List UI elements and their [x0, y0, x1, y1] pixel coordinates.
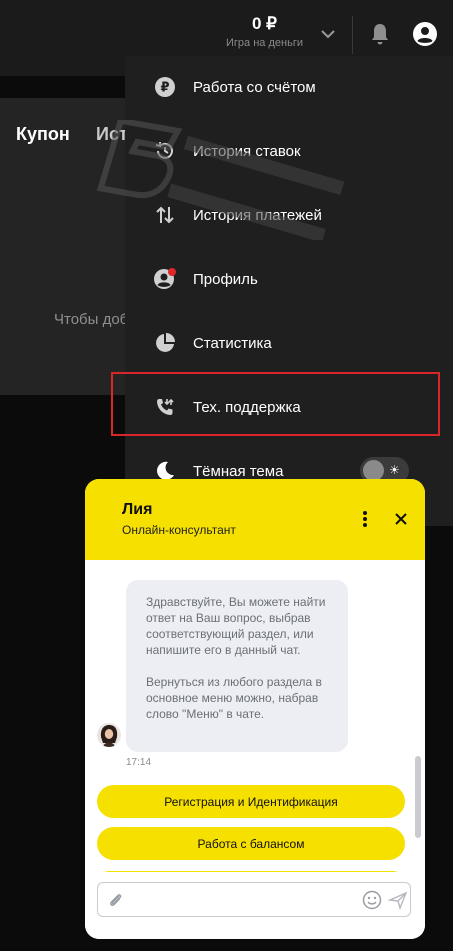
menu-item-profile[interactable]: Профиль	[125, 254, 453, 304]
balance-amount: 0 ₽	[252, 14, 277, 33]
support-chat-widget: Лия Онлайн-консультант Здравствуйте, Вы …	[85, 479, 425, 939]
header-divider	[352, 16, 353, 54]
menu-item-bet-history[interactable]: История ставок	[125, 126, 453, 176]
chat-scrollbar[interactable]	[415, 756, 421, 838]
menu-item-label: Работа со счётом	[193, 78, 316, 96]
account-icon[interactable]	[412, 21, 438, 47]
menu-item-label: Статистика	[193, 334, 272, 352]
agent-role: Онлайн-консультант	[122, 523, 236, 537]
toggle-knob	[363, 460, 384, 481]
tab-coupon[interactable]: Купон	[16, 124, 70, 145]
menu-item-label: История ставок	[193, 142, 301, 160]
more-options-icon[interactable]	[356, 509, 374, 529]
paperclip-icon[interactable]	[107, 891, 125, 909]
bell-icon[interactable]	[369, 22, 391, 46]
chevron-down-icon[interactable]	[318, 24, 338, 44]
avatar	[97, 723, 121, 747]
account-dropdown-menu: ₽ Работа со счётом История ставок Истори…	[125, 56, 453, 526]
emoji-icon[interactable]	[362, 890, 382, 910]
menu-item-label: Профиль	[193, 270, 258, 288]
history-icon	[153, 139, 177, 163]
menu-item-account-operations[interactable]: ₽ Работа со счётом	[125, 62, 453, 112]
ruble-icon: ₽	[153, 75, 177, 99]
close-icon[interactable]	[391, 509, 411, 529]
message-text: Вернуться из любого раздела в основное м…	[146, 675, 322, 721]
sun-icon: ☀	[389, 463, 400, 477]
menu-item-payment-history[interactable]: История платежей	[125, 190, 453, 240]
svg-text:₽: ₽	[160, 81, 169, 96]
chat-header: Лия Онлайн-консультант	[85, 479, 425, 560]
chat-footer	[85, 872, 425, 939]
chat-message-input[interactable]	[97, 882, 411, 917]
send-icon[interactable]	[388, 890, 408, 910]
chat-messages: Здравствуйте, Вы можете найти ответ на В…	[85, 560, 425, 872]
agent-name: Лия	[122, 501, 153, 518]
transfer-arrows-icon	[153, 203, 177, 227]
menu-item-label: Тёмная тема	[193, 462, 284, 480]
coupon-empty-hint: Чтобы добавить	[54, 311, 126, 328]
tab-history[interactable]: История	[96, 124, 126, 145]
menu-item-statistics[interactable]: Статистика	[125, 318, 453, 368]
balance-mode-label: Игра на деньги	[226, 37, 303, 49]
balance-widget[interactable]: 0 ₽ Игра на деньги	[212, 14, 317, 49]
notification-dot	[168, 268, 176, 276]
menu-item-label: История платежей	[193, 206, 322, 224]
profile-icon	[153, 267, 177, 291]
message-text: Здравствуйте, Вы можете найти ответ на В…	[146, 595, 326, 657]
quick-reply-balance[interactable]: Работа с балансом	[97, 827, 405, 860]
message-timestamp: 17:14	[126, 757, 152, 768]
support-highlight-frame	[111, 372, 440, 436]
quick-reply-registration[interactable]: Регистрация и Идентификация	[97, 785, 405, 818]
pie-chart-icon	[153, 331, 177, 355]
agent-message-bubble: Здравствуйте, Вы можете найти ответ на В…	[126, 580, 348, 752]
